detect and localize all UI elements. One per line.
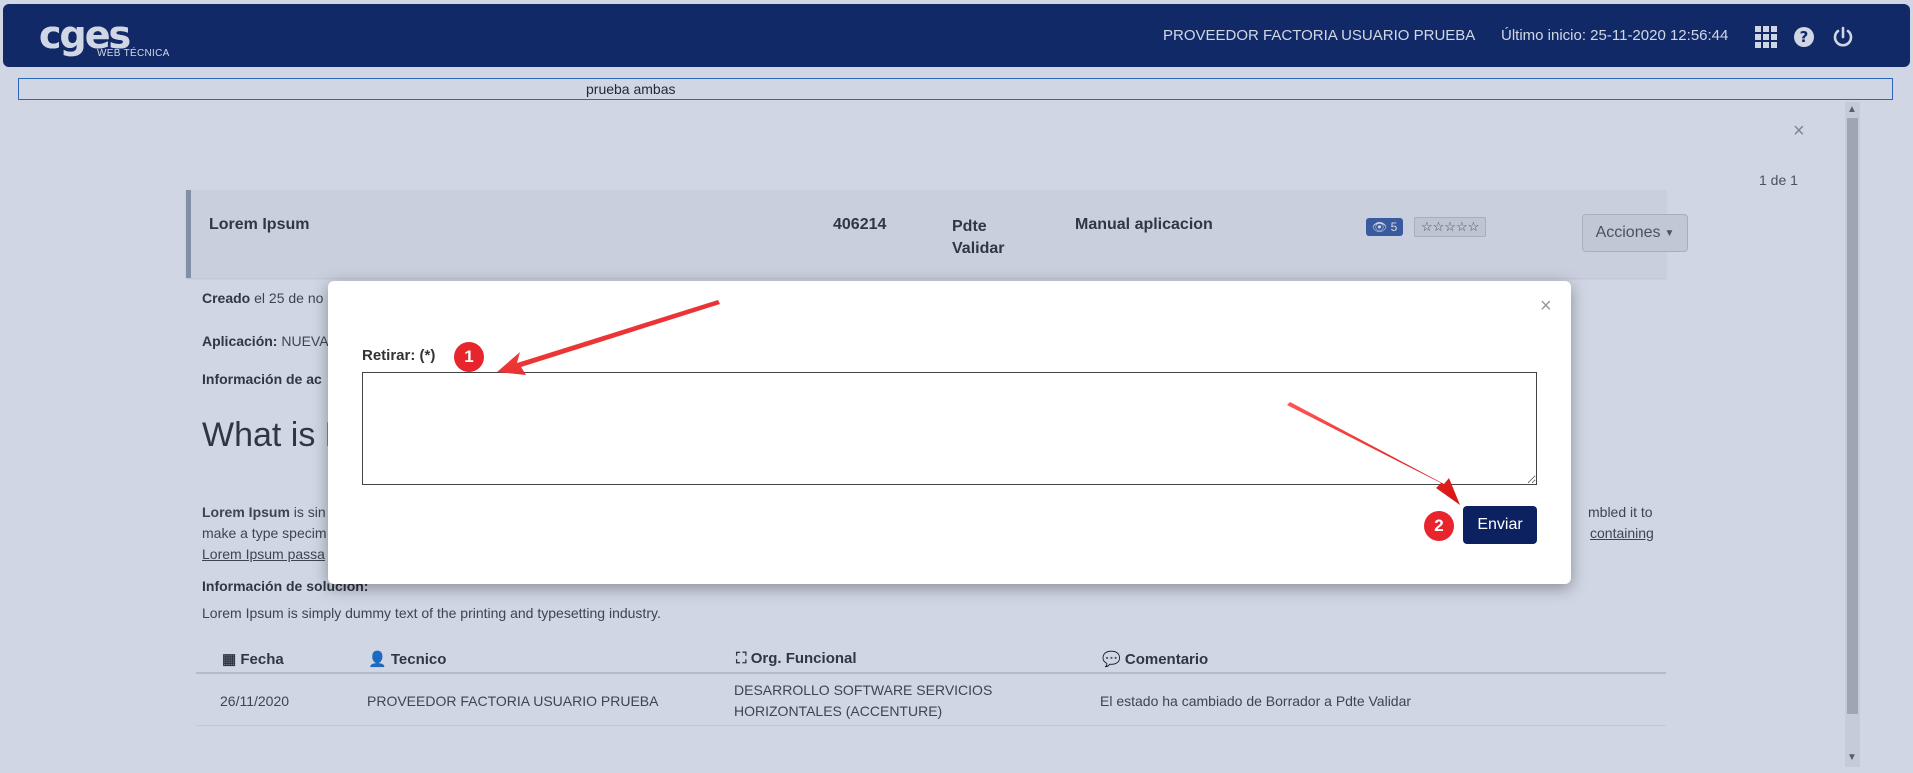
- arrow-2: [1287, 402, 1460, 505]
- arrow-1: [497, 300, 720, 375]
- annotation-marker-1: 1: [454, 342, 484, 372]
- annotation-marker-2: 2: [1424, 511, 1454, 541]
- annotation-arrows: [497, 300, 1460, 505]
